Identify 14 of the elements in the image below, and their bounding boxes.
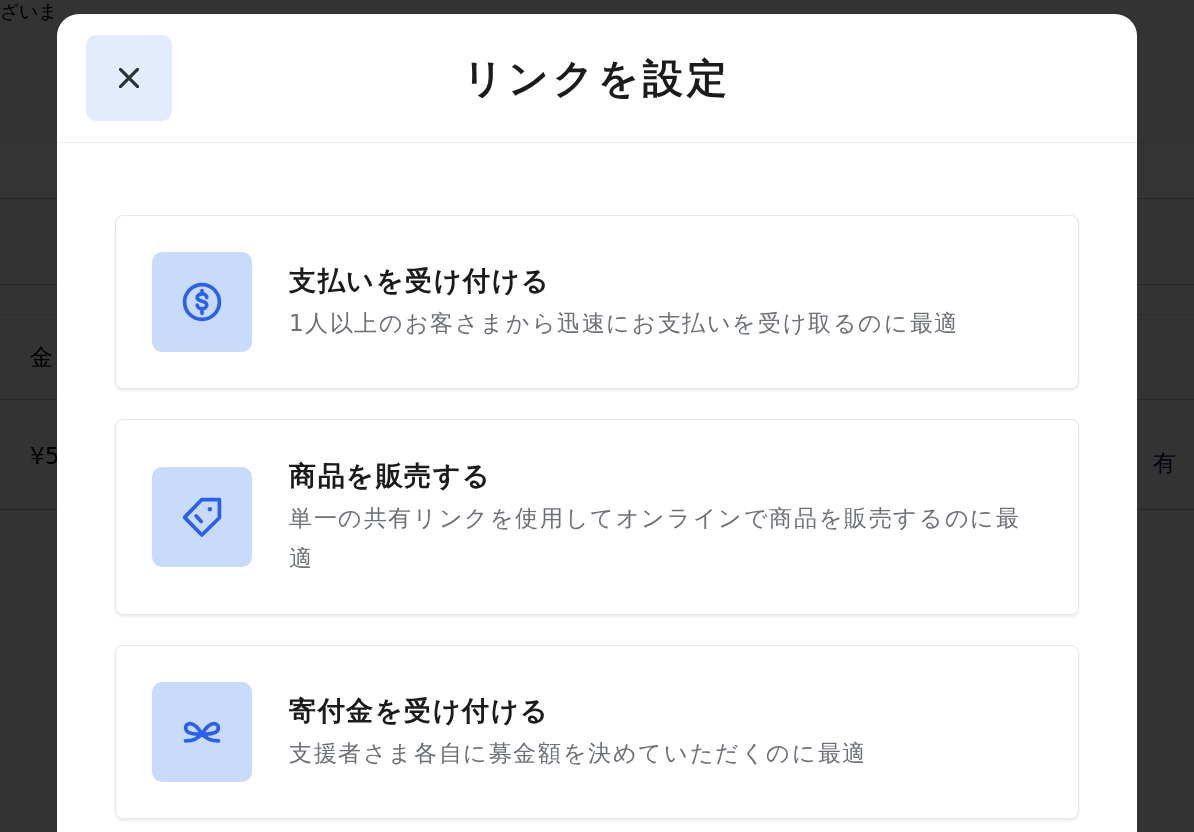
bow-icon [152,682,252,782]
option-description: 1人以上のお客さまから迅速にお支払いを受け取るのに最適 [289,309,960,338]
option-description: 支援者さま各自に募金額を決めていただくのに最適 [289,739,868,768]
option-card[interactable]: 商品を販売する 単一の共有リンクを使用してオンラインで商品を販売するのに最適 [115,419,1079,615]
option-description: 単一の共有リンクを使用してオンラインで商品を販売するのに最適 [289,504,1022,573]
option-title: 寄付金を受け付ける [289,694,551,728]
close-button[interactable] [86,35,172,121]
option-title: 支払いを受け付ける [289,264,552,298]
dialog-title: リンクを設定 [463,54,731,103]
option-card[interactable]: 寄付金を受け付ける 支援者さま各自に募金額を決めていただくのに最適 [115,645,1079,819]
option-title: 商品を販売する [289,459,493,493]
option-card[interactable]: 支払いを受け付ける 1人以上のお客さまから迅速にお支払いを受け取るのに最適 [115,215,1079,389]
tag-icon [152,467,252,567]
close-icon [119,68,139,88]
